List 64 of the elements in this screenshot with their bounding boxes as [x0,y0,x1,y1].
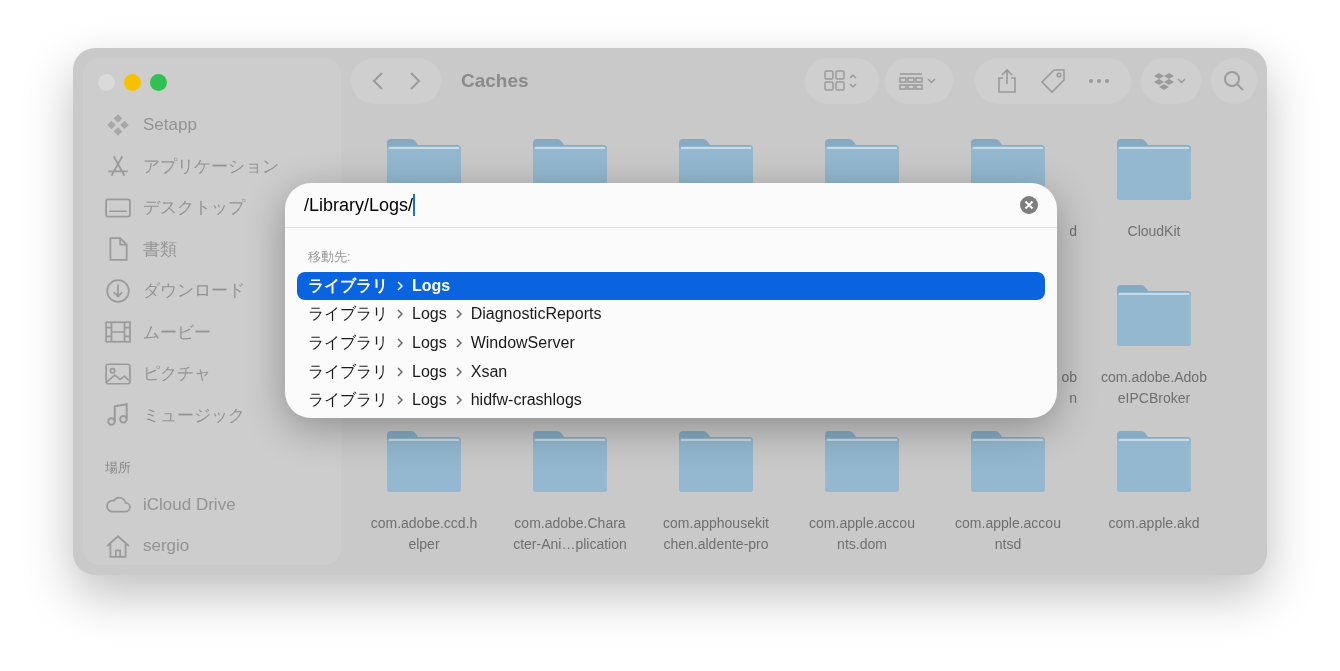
folder-name: ob n [1061,368,1078,408]
group-icon [899,72,939,90]
section-label: 移動先: [308,248,351,266]
share-icon[interactable] [996,68,1018,94]
back-icon[interactable] [371,71,384,91]
result-row[interactable]: ライブラリ Logs Xsan [297,357,1045,386]
folder-name: com.adobe.Chara cter-Ani…plication [513,514,627,554]
folder-icon[interactable] [677,429,755,493]
result-row[interactable]: ライブラリ Logs [297,271,1045,301]
folder-name: com.apple.accou ntsd [955,514,1061,554]
sidebar-item[interactable]: 書類 [143,236,177,262]
film-icon [105,319,131,346]
result-row[interactable]: ライブラリ Logs DiagnosticReports [297,300,1045,329]
folder-name: com.apple.accou nts.dom [809,514,915,554]
chevron-icon [397,395,403,406]
window-title: Caches [461,68,529,93]
sidebar-item[interactable]: ダウンロード [143,278,245,304]
chevron-icon [455,366,462,377]
clear-icon[interactable] [1020,196,1038,214]
chevron-icon [397,280,403,291]
folder-name: com.apphousekit chen.aldente-pro [663,514,769,554]
text-cursor [413,194,416,216]
search-icon [1223,70,1245,92]
folder-name: CloudKit [1127,222,1181,241]
chevron-icon [397,309,403,320]
sidebar-item[interactable]: Setapp [143,112,197,138]
folder-name: d [1069,222,1078,241]
result-row[interactable]: ライブラリ Logs WindowServer [297,328,1045,358]
dropbox-button[interactable] [1141,58,1201,104]
folder-name: com.adobe.Adob eIPCBroker [1101,368,1207,408]
chevron-icon [455,338,462,348]
tag-icon[interactable] [1040,68,1066,94]
box-stack-icon [1154,72,1188,90]
result-row[interactable]: ライブラリ Logs hidfw-crashlogs [297,385,1045,415]
folder-name: com.adobe.ccd.h elper [370,514,478,554]
download-icon [105,277,131,304]
sidebar-item[interactable]: sergio [143,533,190,559]
group-button[interactable] [885,58,953,104]
chevron-icon [397,366,403,377]
sidebar-item[interactable]: ピクチャ [143,361,211,387]
folder-icon[interactable] [1115,283,1193,347]
path-field[interactable]: /Library/Logs/ [304,193,414,217]
search-button[interactable] [1211,58,1257,104]
folder-icon[interactable] [385,429,463,493]
sidebar-item[interactable]: iCloud Drive [143,491,236,517]
sidebar-item[interactable]: ミュージック [143,402,245,428]
chevron-icon [455,395,462,406]
view-button[interactable] [805,58,879,104]
sidebar-item[interactable]: デスクトップ [143,195,245,221]
folder-icon[interactable] [823,429,901,493]
chevron-icon [455,309,462,320]
sidebar-item[interactable]: ムービー [143,319,211,345]
more-icon[interactable] [1088,78,1110,84]
folder-icon[interactable] [1115,137,1193,201]
folder-icon[interactable] [1115,429,1193,493]
folder-icon[interactable] [531,429,609,493]
forward-icon[interactable] [408,71,421,91]
folder-icon[interactable] [969,429,1047,493]
section-header: 場所 [105,459,131,477]
grid-view-icon [824,70,860,92]
photo-icon [105,360,131,387]
folder-name: com.apple.akd [1108,514,1200,533]
music-note-icon [105,402,131,429]
chevron-icon [397,338,403,348]
